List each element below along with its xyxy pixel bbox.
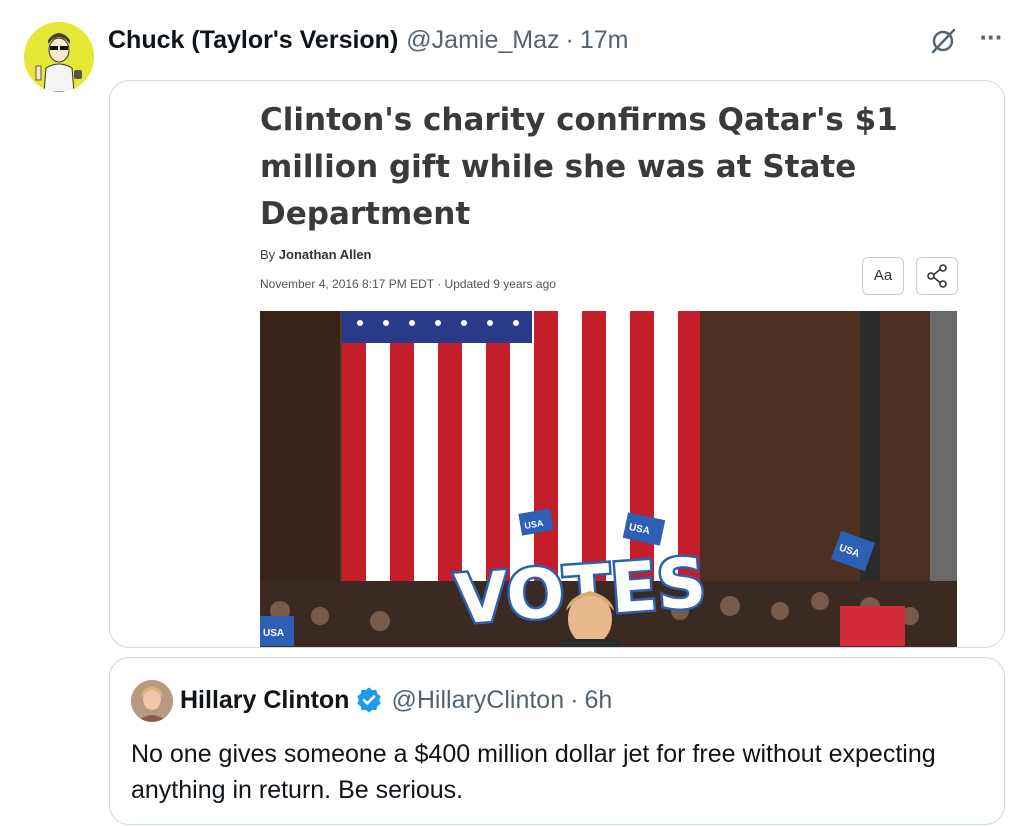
photo-sign-usa-4: USA <box>263 628 284 639</box>
quoted-author-display-name[interactable]: Hillary Clinton <box>180 686 349 715</box>
article-photo: USA USA USA USA VOTES <box>260 311 957 647</box>
author-display-name[interactable]: Chuck (Taylor's Version) <box>108 26 398 55</box>
article-headline: Clinton's charity confirms Qatar's $1 mi… <box>260 102 898 232</box>
quoted-author-avatar[interactable] <box>131 680 173 722</box>
text-size-button: Aa <box>862 257 904 295</box>
verified-badge-icon <box>355 686 383 714</box>
quoted-tweet-card[interactable]: Hillary Clinton @HillaryClinton · 6h No … <box>109 657 1005 825</box>
share-icon <box>916 257 958 295</box>
tweet-media-card[interactable]: Clinton's charity confirms Qatar's $1 mi… <box>109 80 1005 648</box>
tweet-header: Chuck (Taylor's Version) @Jamie_Maz · 17… <box>108 24 628 56</box>
more-options-icon[interactable]: ··· <box>973 24 1009 54</box>
byline-prefix: By <box>260 247 276 262</box>
quoted-header-separator: · <box>570 685 579 714</box>
quoted-tweet-timestamp[interactable]: 6h <box>584 686 612 715</box>
article-byline: By Jonathan Allen <box>260 247 372 262</box>
header-separator: · <box>565 25 574 54</box>
tweet-timestamp[interactable]: 17m <box>580 26 629 55</box>
quoted-author-handle[interactable]: @HillaryClinton <box>391 686 564 715</box>
quoted-tweet-header: Hillary Clinton @HillaryClinton · 6h <box>180 684 612 716</box>
article-author: Jonathan Allen <box>278 247 372 262</box>
author-avatar[interactable] <box>24 22 94 92</box>
quoted-tweet-text: No one gives someone a $400 million doll… <box>131 740 936 804</box>
grok-icon[interactable] <box>928 26 958 56</box>
article-dateline: November 4, 2016 8:17 PM EDT · Updated 9… <box>260 277 556 291</box>
author-handle[interactable]: @Jamie_Maz <box>406 26 559 55</box>
